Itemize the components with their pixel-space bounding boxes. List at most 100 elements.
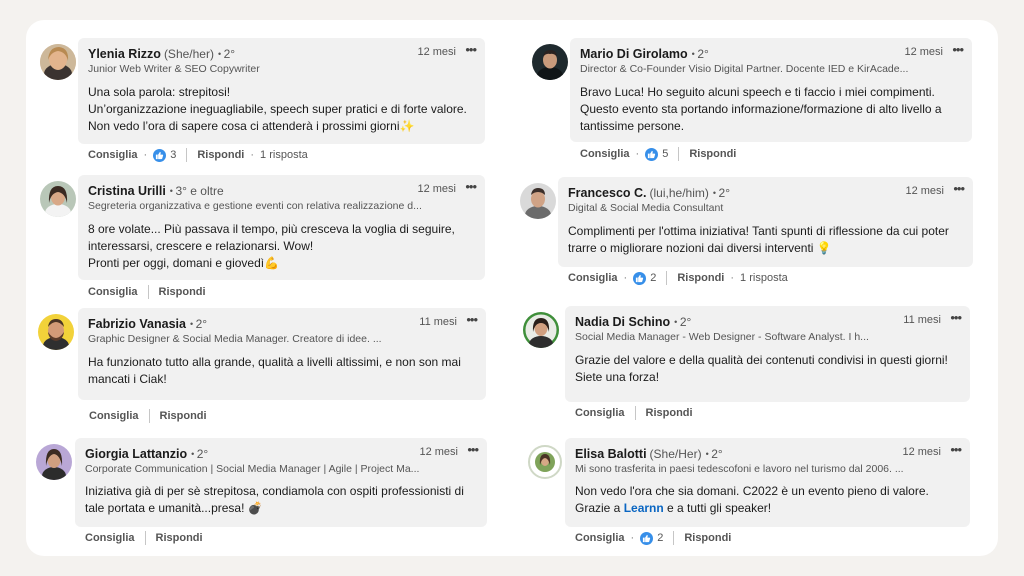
reply-button[interactable]: Rispondi: [646, 407, 693, 419]
reply-button[interactable]: Rispondi: [156, 532, 203, 544]
timestamp: 11 mesi: [419, 316, 457, 328]
timestamp: 12 mesi: [417, 46, 456, 58]
comment-text: Non vedo l'ora che sia domani. C2022 è u…: [575, 483, 961, 517]
divider: [678, 147, 680, 161]
like-button[interactable]: Consiglia: [85, 532, 135, 544]
comment-bubble: Nadia Di Schino 2° 11 mesi ••• Social Med…: [565, 306, 970, 402]
author-headline: Social Media Manager - Web Designer - So…: [575, 331, 869, 343]
comment-bubble: Giorgia Lattanzio 2° 12 mesi ••• Corporat…: [75, 438, 487, 527]
comment-actions: Consiglia · 2 Rispondi · 1 risposta: [568, 271, 788, 285]
separator-dot: ·: [250, 149, 255, 161]
profile-photo-icon: [520, 183, 556, 219]
more-options-icon[interactable]: •••: [953, 181, 965, 196]
like-reaction-icon: [153, 148, 167, 162]
divider: [673, 531, 675, 545]
avatar[interactable]: [532, 44, 568, 80]
timestamp: 11 mesi: [903, 314, 941, 326]
avatar[interactable]: [523, 312, 559, 348]
comment-text: Grazie del valore e della qualità dei co…: [575, 353, 948, 384]
more-options-icon[interactable]: •••: [465, 42, 477, 57]
avatar[interactable]: [40, 44, 76, 80]
divider: [634, 406, 636, 420]
mention-link[interactable]: Learnn: [624, 501, 664, 515]
more-options-icon[interactable]: •••: [465, 179, 477, 194]
like-button[interactable]: Consiglia: [575, 532, 625, 544]
author-name[interactable]: Nadia Di Schino: [575, 315, 670, 329]
pronouns: (She/her): [163, 47, 214, 61]
author-headline: Junior Web Writer & SEO Copywriter: [88, 63, 260, 75]
replies-count[interactable]: 1 risposta: [740, 272, 788, 284]
separator-dot: ·: [143, 149, 148, 161]
like-count[interactable]: 2: [650, 272, 656, 284]
profile-photo-icon: [40, 44, 76, 80]
replies-count[interactable]: 1 risposta: [260, 149, 308, 161]
like-button[interactable]: Consiglia: [88, 286, 138, 298]
avatar[interactable]: [36, 444, 72, 480]
comment-actions: Consiglia · 3 Rispondi · 1 risposta: [88, 148, 308, 162]
connection-degree: 2°: [713, 186, 730, 200]
avatar[interactable]: [38, 314, 74, 350]
pronouns: (She/Her): [649, 447, 702, 461]
comment-actions: Consiglia Rispondi: [575, 406, 693, 420]
comment-bubble: Ylenia Rizzo(She/her) 2° 12 mesi ••• Juni…: [78, 38, 485, 144]
like-reaction-icon: [645, 147, 659, 161]
comment-actions: Consiglia · 5 Rispondi: [580, 147, 736, 161]
reply-button[interactable]: Rispondi: [684, 532, 731, 544]
like-button[interactable]: Consiglia: [568, 272, 618, 284]
author-name[interactable]: Cristina Urilli: [88, 184, 166, 198]
comment-text: Ha funzionato tutto alla grande, qualità…: [88, 355, 461, 386]
comment-bubble: Mario Di Girolamo 2° 12 mesi ••• Director…: [570, 38, 972, 142]
author-headline: Director & Co-Founder Visio Digital Part…: [580, 63, 909, 75]
comment-text: Una sola parola: strepitosi! Un’organizz…: [88, 85, 467, 133]
divider: [147, 285, 149, 299]
timestamp: 12 mesi: [417, 183, 456, 195]
reply-button[interactable]: Rispondi: [197, 149, 244, 161]
author-name[interactable]: Elisa Balotti: [575, 447, 647, 461]
separator-dot: ·: [623, 272, 628, 284]
author-headline: Mi sono trasferita in paesi tedescofoni …: [575, 463, 904, 475]
connection-degree: 3° e oltre: [170, 184, 224, 198]
avatar[interactable]: [520, 183, 556, 219]
reply-button[interactable]: Rispondi: [689, 148, 736, 160]
author-name[interactable]: Francesco C.: [568, 186, 647, 200]
like-button[interactable]: Consiglia: [89, 410, 139, 422]
like-button[interactable]: Consiglia: [88, 149, 138, 161]
more-options-icon[interactable]: •••: [950, 310, 962, 325]
profile-photo-icon: [40, 181, 76, 217]
author-name[interactable]: Mario Di Girolamo: [580, 47, 688, 61]
author-headline: Digital & Social Media Consultant: [568, 202, 724, 214]
more-options-icon[interactable]: •••: [950, 442, 962, 457]
like-count[interactable]: 2: [657, 532, 663, 544]
connection-degree: 2°: [191, 447, 208, 461]
reply-button[interactable]: Rispondi: [159, 286, 206, 298]
comment-text: 8 ore volate... Più passava il tempo, pi…: [88, 222, 455, 270]
connection-degree: 2°: [218, 47, 235, 61]
like-count[interactable]: 5: [662, 148, 668, 160]
like-reaction-icon: [633, 271, 647, 285]
comment-actions: Consiglia Rispondi: [88, 285, 206, 299]
timestamp: 12 mesi: [419, 446, 458, 458]
author-name[interactable]: Fabrizio Vanasia: [88, 317, 186, 331]
author-name[interactable]: Giorgia Lattanzio: [85, 447, 187, 461]
like-count[interactable]: 3: [170, 149, 176, 161]
reply-button[interactable]: Rispondi: [160, 410, 207, 422]
avatar[interactable]: [527, 444, 563, 480]
like-button[interactable]: Consiglia: [575, 407, 625, 419]
more-options-icon[interactable]: •••: [466, 312, 478, 327]
more-options-icon[interactable]: •••: [952, 42, 964, 57]
comment-text: Iniziativa già di per sè strepitosa, con…: [85, 484, 464, 515]
connection-degree: 2°: [674, 315, 691, 329]
author-headline: Segreteria organizzativa e gestione even…: [88, 200, 422, 212]
more-options-icon[interactable]: •••: [467, 442, 479, 457]
profile-photo-icon: [532, 44, 568, 80]
reply-button[interactable]: Rispondi: [677, 272, 724, 284]
like-reaction-icon: [640, 531, 654, 545]
author-headline: Corporate Communication | Social Media M…: [85, 463, 420, 475]
divider: [666, 271, 668, 285]
avatar[interactable]: [40, 181, 76, 217]
connection-degree: 2°: [692, 47, 709, 61]
like-button[interactable]: Consiglia: [580, 148, 630, 160]
author-name[interactable]: Ylenia Rizzo: [88, 47, 161, 61]
connection-degree: 2°: [190, 317, 207, 331]
separator-dot: ·: [635, 148, 640, 160]
